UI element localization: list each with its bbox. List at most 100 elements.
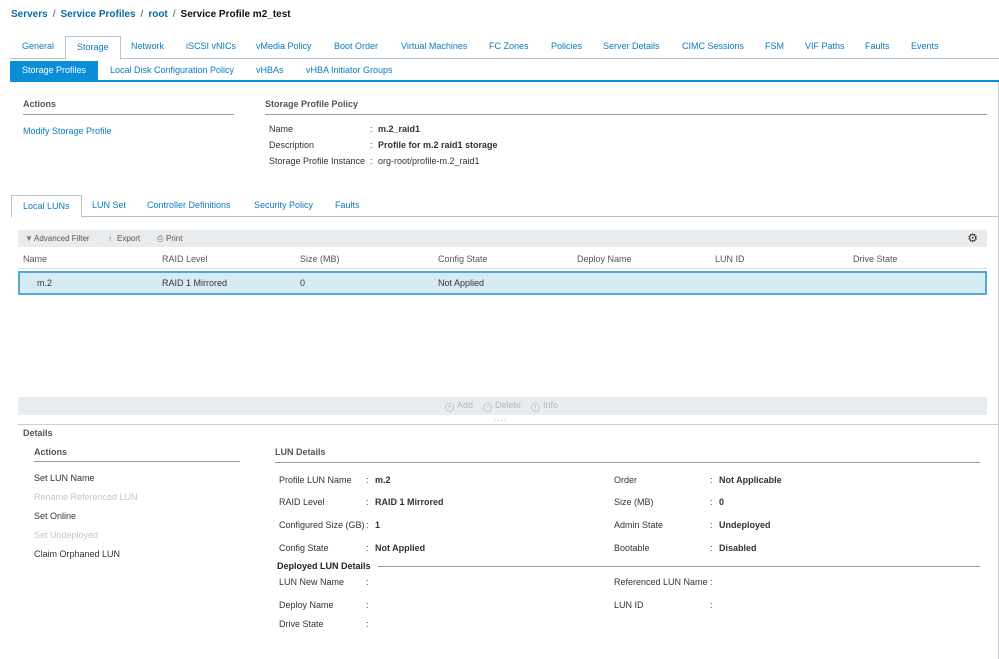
tab-faults-lun[interactable]: Faults xyxy=(335,195,360,217)
configured-size-value: 1 xyxy=(375,520,381,530)
column-header-name[interactable]: Name xyxy=(23,254,47,264)
column-header-deploy-name[interactable]: Deploy Name xyxy=(577,254,632,264)
policy-title: Storage Profile Policy xyxy=(265,99,359,109)
config-state-label: Config State xyxy=(279,543,329,553)
set-lun-name-link[interactable]: Set LUN Name xyxy=(34,473,95,483)
cell-raid-level: RAID 1 Mirrored xyxy=(162,278,228,288)
tab-faults[interactable]: Faults xyxy=(865,36,890,59)
print-label: Print xyxy=(166,234,183,243)
tab-lun-set[interactable]: LUN Set xyxy=(92,195,126,217)
tab-storage[interactable]: Storage xyxy=(65,36,121,60)
colon: : xyxy=(710,600,713,610)
breadcrumb-root[interactable]: root xyxy=(148,9,167,20)
rename-referenced-lun-link: Rename Referenced LUN xyxy=(34,492,138,502)
order-label: Order xyxy=(614,475,638,485)
details-actions-divider xyxy=(34,461,240,462)
bootable-label: Bootable xyxy=(614,543,650,553)
breadcrumb: Servers / Service Profiles / root / Service Pr… xyxy=(11,9,291,20)
table-header: Name RAID Level Size (MB) Config State D… xyxy=(18,251,987,269)
deployed-lun-divider xyxy=(378,566,980,567)
info-label: Info xyxy=(543,400,559,410)
column-header-raid-level[interactable]: RAID Level xyxy=(162,254,208,264)
advanced-filter-button[interactable]: ▼Advanced Filter xyxy=(25,230,90,247)
table-row[interactable]: m.2 RAID 1 Mirrored 0 Not Applied xyxy=(18,271,987,295)
deployed-lun-details-title: Deployed LUN Details xyxy=(277,561,371,571)
breadcrumb-service-profiles[interactable]: Service Profiles xyxy=(60,9,135,20)
tab-local-luns[interactable]: Local LUNs xyxy=(11,195,82,218)
details-title: Details xyxy=(23,428,53,438)
colon: : xyxy=(370,140,373,150)
tab-virtual-machines[interactable]: Virtual Machines xyxy=(401,36,467,59)
add-button[interactable]: + Add xyxy=(445,400,473,412)
advanced-filter-label: Advanced Filter xyxy=(34,234,90,243)
subtab-local-disk-config-policy[interactable]: Local Disk Configuration Policy xyxy=(110,61,234,80)
policy-instance-link[interactable]: org-root/profile-m.2_raid1 xyxy=(378,156,480,166)
size-mb-value: 0 xyxy=(719,497,725,507)
admin-state-label: Admin State xyxy=(614,520,664,530)
subtab-storage-profiles[interactable]: Storage Profiles xyxy=(10,61,99,80)
policy-name-label: Name xyxy=(269,124,294,134)
cell-config-state: Not Applied xyxy=(438,278,485,288)
print-icon: ⎙ xyxy=(157,234,164,243)
delete-label: Delete xyxy=(495,400,522,410)
breadcrumb-servers[interactable]: Servers xyxy=(11,9,48,20)
print-button[interactable]: ⎙ Print xyxy=(157,230,182,247)
drive-state-label: Drive State xyxy=(279,619,324,629)
tab-controller-definitions[interactable]: Controller Definitions xyxy=(147,195,231,217)
claim-orphaned-lun-link[interactable]: Claim Orphaned LUN xyxy=(34,549,120,559)
tab-network[interactable]: Network xyxy=(131,36,164,59)
column-header-drive-state[interactable]: Drive State xyxy=(853,254,898,264)
set-online-link[interactable]: Set Online xyxy=(34,511,76,521)
lun-details-divider xyxy=(275,462,980,463)
sub-tab-bar: Storage Profiles Local Disk Configuratio… xyxy=(10,61,999,82)
deploy-name-label: Deploy Name xyxy=(279,600,334,610)
lun-tab-bar: Local LUNs LUN Set Controller Definition… xyxy=(11,195,998,218)
tab-vmedia-policy[interactable]: vMedia Policy xyxy=(256,36,312,59)
main-tab-bar: General Storage Network iSCSI vNICs vMed… xyxy=(10,36,999,60)
export-button[interactable]: ↑ Export xyxy=(108,230,140,247)
tab-events[interactable]: Events xyxy=(911,36,939,59)
config-state-value: Not Applied xyxy=(375,543,426,553)
admin-state-value: Undeployed xyxy=(719,520,771,530)
info-icon: i xyxy=(531,403,540,412)
pane-splitter-handle[interactable]: .... xyxy=(494,415,507,423)
colon: : xyxy=(366,497,369,507)
tab-boot-order[interactable]: Boot Order xyxy=(334,36,378,59)
subtab-vhba-initiator-groups[interactable]: vHBA Initiator Groups xyxy=(306,61,393,80)
tab-policies[interactable]: Policies xyxy=(551,36,582,59)
column-header-lun-id[interactable]: LUN ID xyxy=(715,254,745,264)
delete-button[interactable]: - Delete xyxy=(483,400,521,412)
tab-server-details[interactable]: Server Details xyxy=(603,36,660,59)
add-label: Add xyxy=(457,400,474,410)
colon: : xyxy=(366,600,369,610)
subtab-vhbas[interactable]: vHBAs xyxy=(256,61,284,80)
colon: : xyxy=(710,543,713,553)
tab-general[interactable]: General xyxy=(22,36,54,59)
tab-security-policy[interactable]: Security Policy xyxy=(254,195,313,217)
details-divider xyxy=(18,424,999,425)
policy-name-value: m.2_raid1 xyxy=(378,124,421,134)
table-actions-bar: + Add - Delete i Info xyxy=(18,397,987,415)
raid-level-label: RAID Level xyxy=(279,497,325,507)
tab-iscsi-vnics[interactable]: iSCSI vNICs xyxy=(186,36,236,59)
colon: : xyxy=(366,520,369,530)
tab-cimc-sessions[interactable]: CIMC Sessions xyxy=(682,36,744,59)
modify-storage-profile-link[interactable]: Modify Storage Profile xyxy=(23,126,112,136)
profile-lun-name-value: m.2 xyxy=(375,475,391,485)
colon: : xyxy=(710,475,713,485)
info-button[interactable]: i Info xyxy=(531,400,558,412)
tab-vif-paths[interactable]: VIF Paths xyxy=(805,36,845,59)
colon: : xyxy=(366,619,369,629)
column-header-size[interactable]: Size (MB) xyxy=(300,254,340,264)
colon: : xyxy=(370,124,373,134)
tab-fc-zones[interactable]: FC Zones xyxy=(489,36,529,59)
set-undeployed-link: Set Undeployed xyxy=(34,530,99,540)
configured-size-label: Configured Size (GB) xyxy=(279,520,365,530)
colon: : xyxy=(710,520,713,530)
policy-divider xyxy=(265,114,987,115)
table-toolbar: ▼Advanced Filter ↑ Export ⎙ Print ⚙ xyxy=(18,230,987,247)
gear-icon[interactable]: ⚙ xyxy=(967,231,978,245)
colon: : xyxy=(370,156,373,166)
tab-fsm[interactable]: FSM xyxy=(765,36,784,59)
column-header-config-state[interactable]: Config State xyxy=(438,254,488,264)
